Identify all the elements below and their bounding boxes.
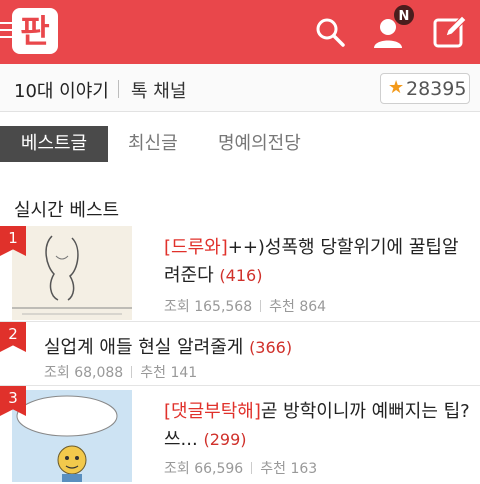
tab-hall-of-fame[interactable]: 명예의전당 [218,126,301,162]
post-meta: 조회 68,088 추천 141 [44,362,197,382]
post-tag: [댓글부탁해] [164,401,261,422]
channel-type: 톡 채널 [131,81,187,102]
tab-latest[interactable]: 최신글 [128,126,178,162]
comment-count: (416) [219,266,263,285]
views-label: 조회 [164,461,190,477]
search-icon[interactable] [312,14,348,50]
comment-count: (366) [249,338,293,357]
edit-icon[interactable] [432,14,468,50]
recommend-label: 추천 [269,299,295,315]
post-meta: 조회 165,568 추천 864 [164,296,326,316]
post-title[interactable]: [댓글부탁해]곧 방학이니까 예뻐지는 팁?쓰... (299) [164,398,474,454]
post-meta: 조회 66,596 추천 163 [164,458,317,478]
list-item[interactable]: 3 [댓글부탁해]곧 방학이니까 예뻐지는 팁?쓰... (299) 조회 66… [0,386,480,484]
post-title-text: 실업계 애들 현실 알려줄게 [44,337,244,358]
notification-badge[interactable]: N [392,3,416,27]
post-title[interactable]: [드루와]++)성폭행 당할위기에 꿀팁알려준다 (416) [164,234,474,290]
tab-best[interactable]: 베스트글 [0,126,108,162]
pann-logo[interactable]: 판 [12,8,58,54]
views-label: 조회 [44,365,70,381]
recommend-count: 141 [170,365,198,381]
rank-badge: 2 [0,322,26,352]
star-icon: ★ [388,77,405,98]
recommend-label: 추천 [140,365,166,381]
recommend-count: 163 [290,461,318,477]
app-bar: 판 N [0,0,480,64]
post-title[interactable]: 실업계 애들 현실 알려줄게 (366) [44,334,292,362]
channel-divider [118,80,119,98]
recommend-label: 추천 [260,461,286,477]
views-count: 68,088 [74,365,124,381]
channel-name[interactable]: 10대 이야기 [14,77,109,103]
recommend-count: 864 [299,299,327,315]
comment-count: (299) [203,430,247,449]
post-tag: [드루와] [164,237,228,258]
section-title: 실시간 베스트 [14,200,120,221]
comic-thumbnail-image [12,390,132,482]
tab-bar: 베스트글 최신글 명예의전당 [0,112,480,174]
views-label: 조회 [164,299,190,315]
post-thumbnail [12,226,132,320]
list-item[interactable]: 1 [드루와]++)성폭행 당할위기에 꿀팁알려준다 (416) 조회 165,… [0,226,480,322]
favorite-count: 28395 [406,78,467,100]
views-count: 66,596 [194,461,244,477]
list-item[interactable]: 2 실업계 애들 현실 알려줄게 (366) 조회 68,088 추천 141 [0,322,480,386]
comic-thumbnail-image [12,226,132,320]
post-thumbnail [12,390,132,482]
channel-bar: 10대 이야기 톡 채널 ★ 28395 [0,64,480,112]
views-count: 165,568 [194,299,253,315]
favorite-button[interactable]: ★ 28395 [380,73,470,104]
